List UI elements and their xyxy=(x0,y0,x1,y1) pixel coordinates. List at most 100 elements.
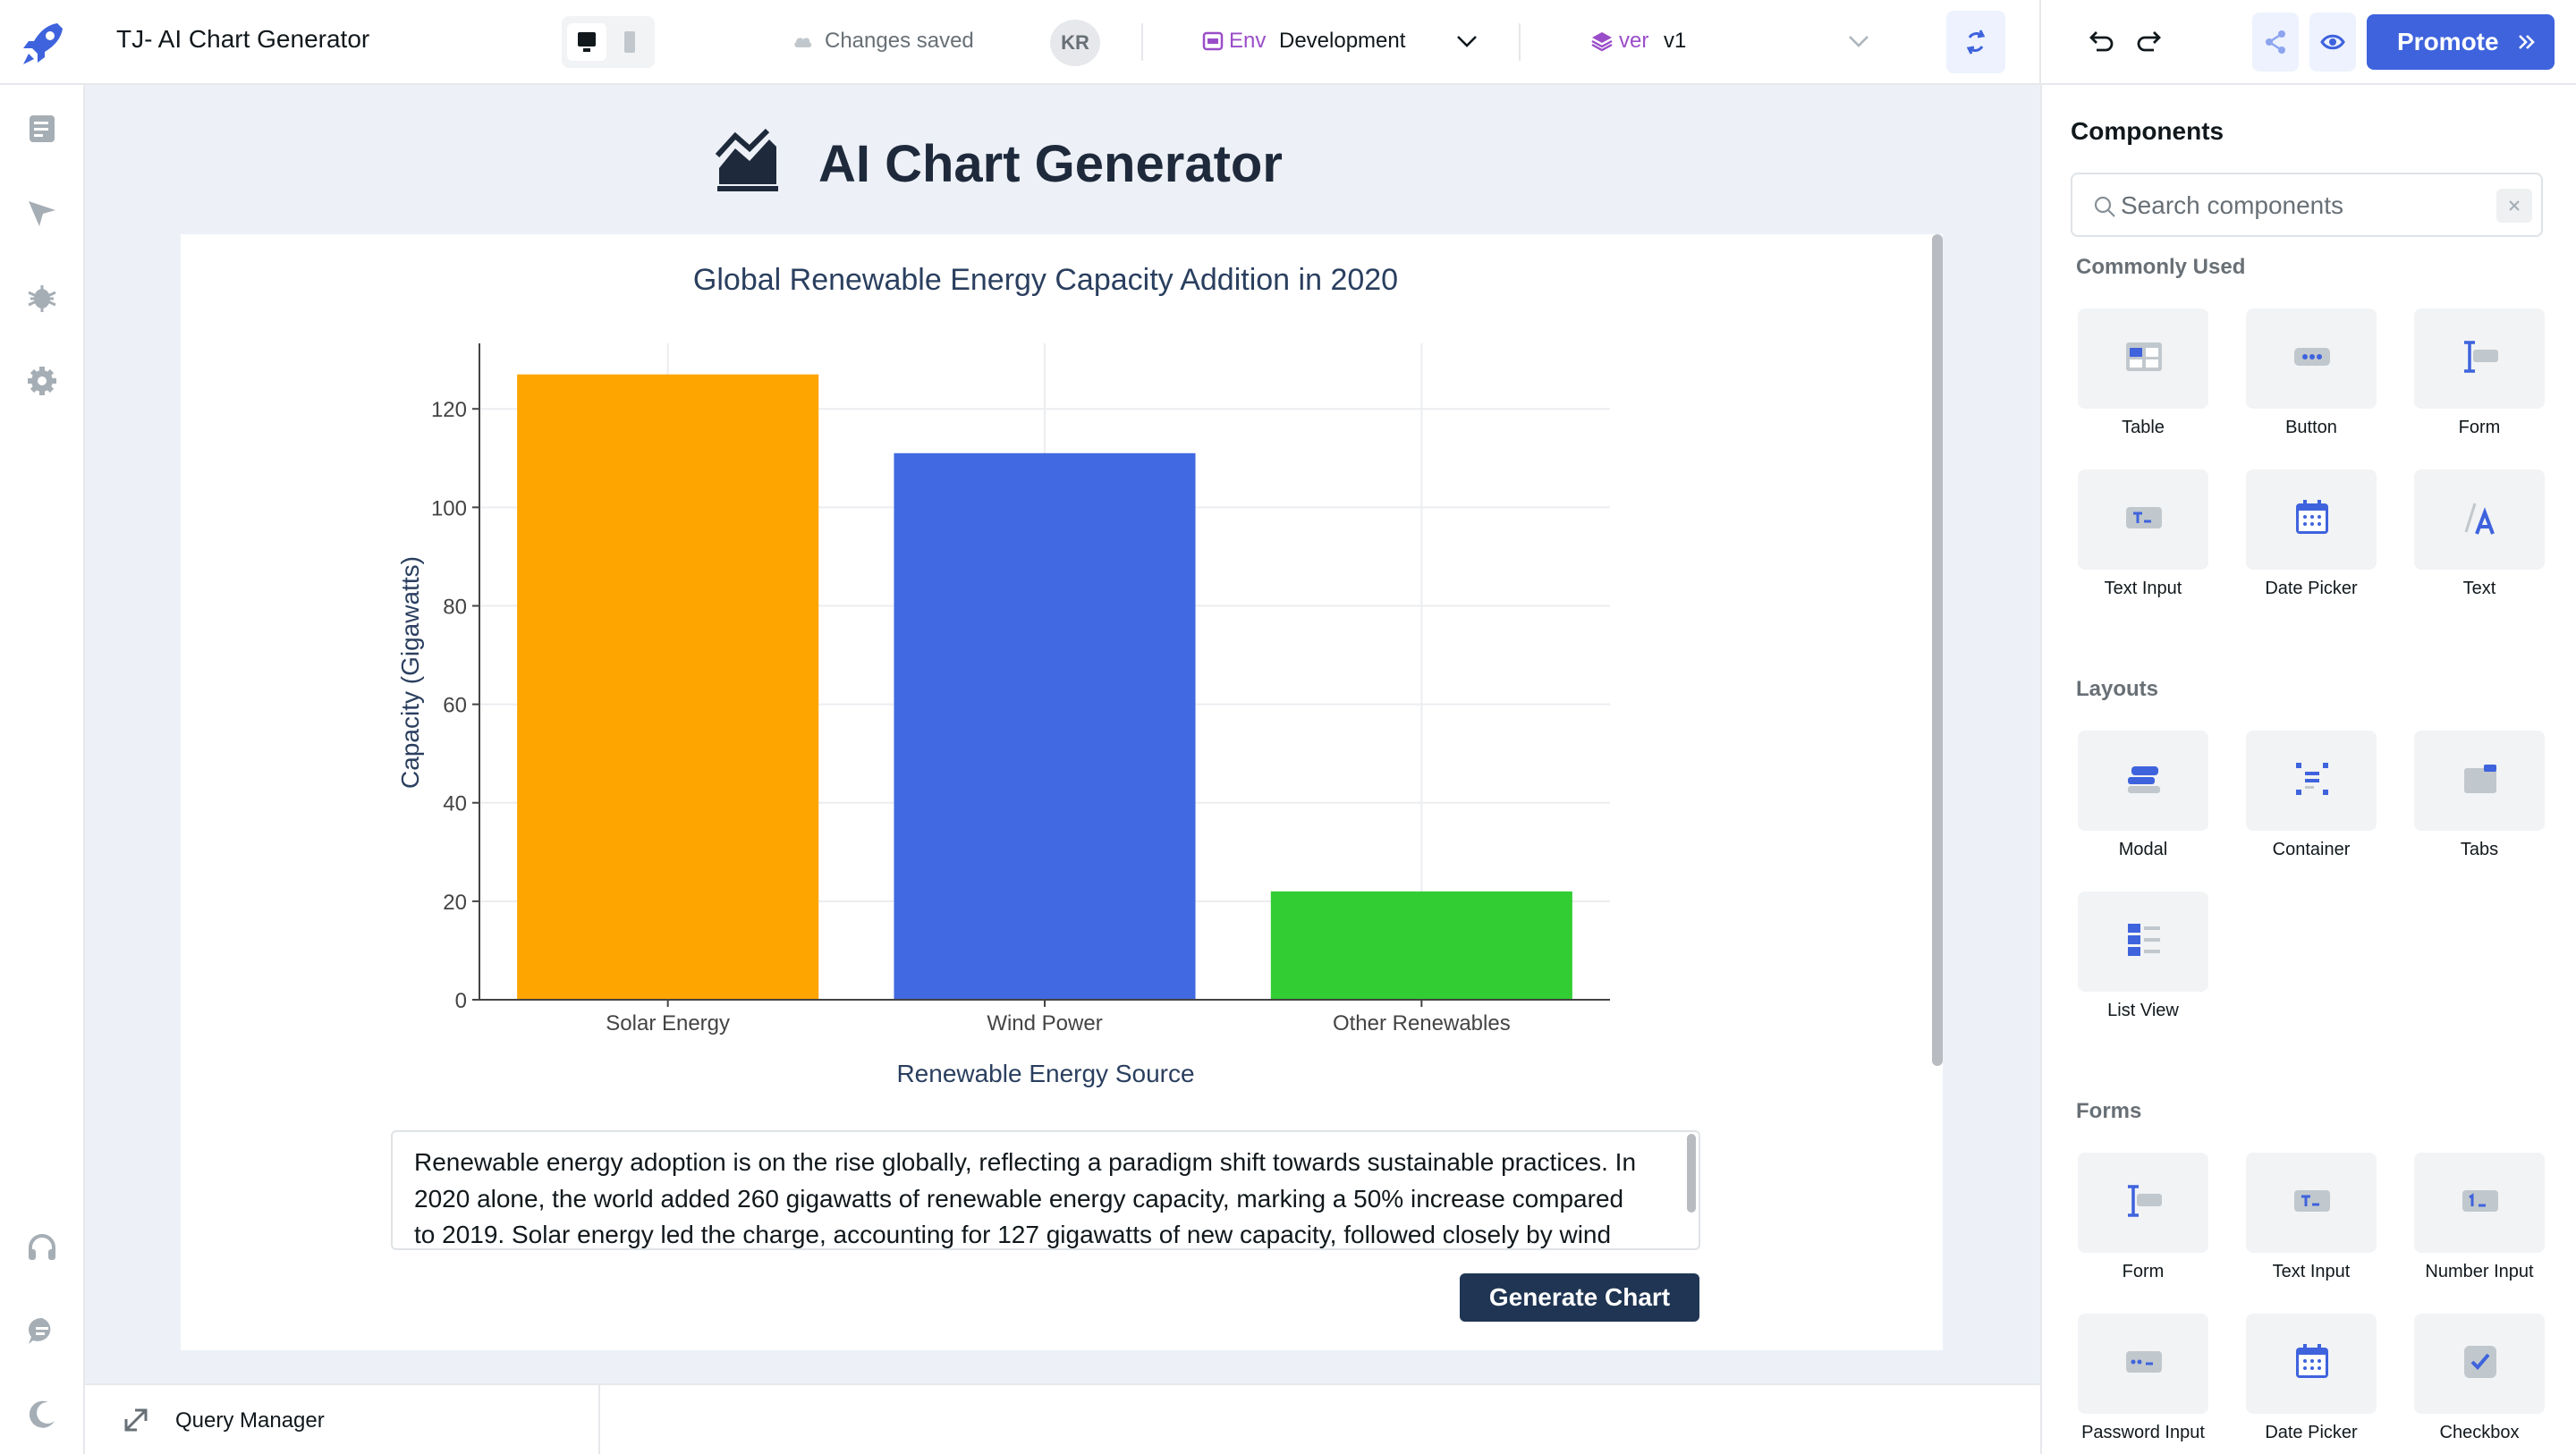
component-password-input[interactable]: Password Input xyxy=(2074,1314,2208,1454)
chat-bubble-icon[interactable] xyxy=(25,1314,59,1348)
component-number-input[interactable]: Number Input xyxy=(2411,1153,2545,1296)
component-label: List View xyxy=(2107,1001,2179,1020)
component-label: Form xyxy=(2458,418,2501,437)
app-title[interactable]: TJ- AI Chart Generator xyxy=(116,25,369,54)
component-tabs[interactable]: Tabs xyxy=(2411,731,2545,874)
form-icon xyxy=(2464,341,2498,373)
cloud-saved-icon xyxy=(794,38,812,47)
desktop-view-button[interactable] xyxy=(567,23,606,61)
search-input[interactable] xyxy=(2121,189,2479,223)
x-tick-label: Wind Power xyxy=(987,1011,1102,1036)
area-chart-icon xyxy=(716,129,778,191)
component-tile xyxy=(2414,1314,2545,1414)
chevron-down-icon[interactable] xyxy=(1454,32,1479,50)
x-axis-label: Renewable Energy Source xyxy=(896,1060,1194,1087)
debugger-bug-icon[interactable] xyxy=(25,280,59,314)
calendar-icon xyxy=(2296,500,2328,534)
container-scrollbar[interactable] xyxy=(1932,234,1943,1066)
components-title: Components xyxy=(2071,117,2224,145)
text-input-icon xyxy=(2126,507,2162,528)
component-container[interactable]: Container xyxy=(2242,731,2377,874)
divider xyxy=(598,1385,600,1454)
support-headset-icon[interactable] xyxy=(25,1231,59,1265)
y-axis-label: Capacity (Gigawatts) xyxy=(396,556,424,789)
clear-search-button[interactable] xyxy=(2496,189,2532,223)
y-tick-label: 120 xyxy=(431,398,467,422)
query-manager-label[interactable]: Query Manager xyxy=(175,1408,325,1433)
share-button[interactable] xyxy=(2252,13,2299,72)
y-tick-label: 80 xyxy=(443,595,467,619)
component-form[interactable]: Form xyxy=(2411,309,2545,452)
version-label: ver xyxy=(1619,29,1649,53)
search-icon xyxy=(2094,196,2115,217)
tabs-icon xyxy=(2464,765,2496,793)
component-modal[interactable]: Modal xyxy=(2074,731,2208,874)
component-label: Text xyxy=(2462,579,2496,598)
mobile-icon xyxy=(624,31,635,53)
component-checkbox[interactable]: Checkbox xyxy=(2411,1314,2545,1454)
save-status: Changes saved xyxy=(825,29,974,53)
share-icon xyxy=(2266,30,2285,54)
component-label: Date Picker xyxy=(2265,579,2358,598)
sync-button[interactable] xyxy=(1946,11,2005,73)
bar-wind-power xyxy=(894,452,1196,1000)
component-list-view[interactable]: List View xyxy=(2074,892,2208,1035)
prompt-textarea[interactable]: Renewable energy adoption is on the rise… xyxy=(391,1130,1700,1250)
component-tile xyxy=(2246,309,2377,409)
refresh-icon xyxy=(1966,30,1986,55)
promote-button[interactable]: Promote xyxy=(2367,14,2555,70)
textarea-scrollbar[interactable] xyxy=(1687,1134,1696,1213)
expand-icon[interactable] xyxy=(121,1405,151,1435)
device-toggle xyxy=(562,16,655,68)
pages-icon[interactable] xyxy=(25,112,59,146)
version-select[interactable]: v1 xyxy=(1664,29,1686,54)
component-label: Modal xyxy=(2118,840,2168,859)
component-table[interactable]: Table xyxy=(2074,309,2208,452)
undo-icon[interactable] xyxy=(2084,27,2114,57)
query-manager-bar: Query Manager xyxy=(85,1383,2040,1454)
x-tick-label: Solar Energy xyxy=(606,1011,730,1036)
component-label: Checkbox xyxy=(2439,1423,2520,1442)
component-label: Tabs xyxy=(2460,840,2499,859)
component-tile xyxy=(2078,1314,2208,1414)
component-date-picker[interactable]: Date Picker xyxy=(2242,469,2377,613)
component-tile xyxy=(2078,469,2208,570)
modal-icon xyxy=(2128,766,2160,793)
page-header: AI Chart Generator xyxy=(716,125,1342,206)
left-sidebar xyxy=(0,85,85,1454)
component-date-picker[interactable]: Date Picker xyxy=(2242,1314,2377,1454)
calendar-icon xyxy=(2296,1344,2328,1378)
component-text-input[interactable]: Text Input xyxy=(2242,1153,2377,1296)
form-icon xyxy=(2128,1185,2162,1217)
prompt-text: Renewable energy adoption is on the rise… xyxy=(414,1148,1637,1248)
x-tick-label: Other Renewables xyxy=(1333,1011,1511,1036)
component-label: Text Input xyxy=(2104,579,2182,598)
environment-select[interactable]: Development xyxy=(1279,29,1405,54)
table-icon xyxy=(2126,342,2162,371)
top-bar: TJ- AI Chart Generator Changes saved KR … xyxy=(0,0,2576,85)
avatar[interactable]: KR xyxy=(1050,20,1100,66)
generate-chart-button[interactable]: Generate Chart xyxy=(1460,1273,1699,1322)
component-tile xyxy=(2246,731,2377,831)
component-form[interactable]: Form xyxy=(2074,1153,2208,1296)
text-icon xyxy=(2464,503,2495,535)
promote-label: Promote xyxy=(2397,28,2499,55)
bar-chart: 0 20 40 60 80 100 120 Solar Energy Wind Power Oth… xyxy=(396,263,1610,1087)
component-button[interactable]: Button xyxy=(2242,309,2377,452)
settings-gear-icon[interactable] xyxy=(25,364,59,398)
preview-button[interactable] xyxy=(2309,13,2356,72)
rocket-logo-icon[interactable] xyxy=(16,16,70,70)
mobile-view-button[interactable] xyxy=(610,23,649,61)
redo-icon[interactable] xyxy=(2136,27,2166,57)
component-text-input[interactable]: Text Input xyxy=(2074,469,2208,613)
search-box xyxy=(2071,173,2543,237)
text-input-icon xyxy=(2294,1190,2330,1212)
chevron-down-icon[interactable] xyxy=(1846,32,1871,50)
component-text[interactable]: Text xyxy=(2411,469,2545,613)
divider xyxy=(1141,23,1143,61)
component-label: Text Input xyxy=(2272,1262,2351,1281)
inspector-icon[interactable] xyxy=(25,196,59,230)
y-tick-label: 40 xyxy=(443,792,467,816)
dark-mode-moon-icon[interactable] xyxy=(25,1398,59,1432)
component-label: Form xyxy=(2122,1262,2165,1281)
